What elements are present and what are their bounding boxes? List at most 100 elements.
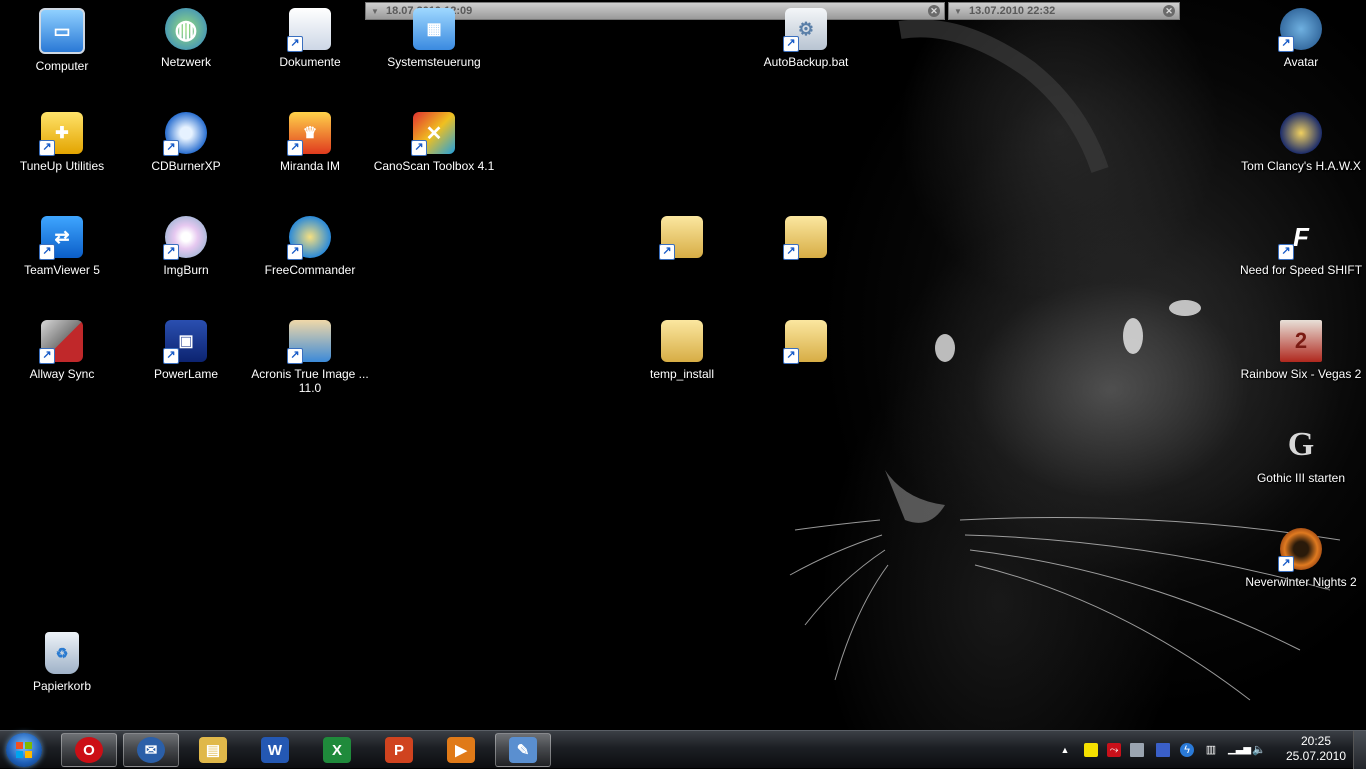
shortcut-arrow-icon: ↗ (659, 244, 675, 260)
canoscan-icon: ✕ ↗ (411, 112, 455, 156)
desktop-icon-papierkorb[interactable]: ♻ Papierkorb (0, 632, 124, 693)
gadget-close-icon[interactable]: ✕ (928, 5, 940, 17)
desktop-icon-imgburn[interactable]: ↗ ImgBurn (124, 216, 248, 277)
icon-label: temp_install (649, 367, 715, 381)
tuneup-icon: ✚ ↗ (39, 112, 83, 156)
shortcut-arrow-icon: ↗ (163, 140, 179, 156)
desktop-icon-avatar[interactable]: ↗ Avatar (1239, 8, 1363, 69)
desktop-icon-powerlame[interactable]: ▣ ↗ PowerLame (124, 320, 248, 381)
icon-label: Gothic III starten (1256, 471, 1346, 485)
shortcut-arrow-icon: ↗ (1278, 556, 1294, 572)
computer-icon: ▭ (39, 8, 85, 54)
desktop-icon-canoscan[interactable]: ✕ ↗ CanoScan Toolbox 4.1 (372, 112, 496, 173)
network-monitor-icon[interactable] (1130, 743, 1144, 757)
folder-icon: ▤ (199, 737, 227, 763)
taskbar-button-explorer[interactable]: ▤ (185, 733, 241, 767)
volume-icon[interactable]: 🔈 (1252, 743, 1266, 757)
cdburner-icon: ↗ (163, 112, 207, 156)
word-icon: W (261, 737, 289, 763)
icon-label: Computer (35, 59, 89, 73)
shortcut-arrow-icon: ↗ (39, 244, 55, 260)
icon-label: PowerLame (153, 367, 219, 381)
icon-label: Acronis True Image ... (251, 367, 369, 381)
desktop-icon-hawx[interactable]: Tom Clancy's H.A.W.X (1239, 112, 1363, 173)
shortcut-arrow-icon: ↗ (287, 244, 303, 260)
icon-label: CanoScan Toolbox 4.1 (373, 159, 495, 173)
desktop-icon-tuneup[interactable]: ✚ ↗ TuneUp Utilities (0, 112, 124, 173)
desktop-icon-allway-sync[interactable]: ↗ Allway Sync (0, 320, 124, 381)
batch-file-icon: ⚙ ↗ (783, 8, 827, 52)
desktop-icon-folder-shortcut[interactable]: ↗ (744, 216, 868, 263)
shortcut-arrow-icon: ↗ (39, 348, 55, 364)
icon-label: TeamViewer 5 (24, 263, 100, 277)
opera-icon: O (75, 737, 103, 763)
network-icon: ◍ (165, 8, 207, 50)
desktop-icon-computer[interactable]: ▭ Computer (0, 8, 124, 73)
notes-icon[interactable] (1084, 743, 1098, 757)
desktop-icon-acronis[interactable]: ↗ Acronis True Image ... 11.0 (248, 320, 372, 395)
desktop-icon-freecommander[interactable]: ↗ FreeCommander (248, 216, 372, 277)
power-icon[interactable]: ϟ (1180, 743, 1194, 757)
taskmanager-icon[interactable] (1156, 743, 1170, 757)
desktop-icon-autobackup[interactable]: ⚙ ↗ AutoBackup.bat (744, 8, 868, 69)
show-desktop-button[interactable] (1353, 731, 1366, 769)
taskbar-button-opera[interactable]: O (61, 733, 117, 767)
icon-label: Need for Speed SHIFT (1239, 263, 1363, 277)
taskbar-button-word[interactable]: W (247, 733, 303, 767)
gadget-bar-right[interactable]: ▼ 13.07.2010 22:32 ✕ (948, 2, 1180, 20)
desktop-icon-cdburnerxp[interactable]: ↗ CDBurnerXP (124, 112, 248, 173)
icon-label-line2: 11.0 (298, 381, 322, 395)
hawx-icon (1280, 112, 1322, 154)
show-hidden-icon[interactable]: ▲ (1058, 743, 1072, 757)
icon-label: Netzwerk (160, 55, 211, 69)
taskbar-button-paint[interactable]: ✎ (495, 733, 551, 767)
imgburn-icon: ↗ (163, 216, 207, 260)
desktop-icon-nwn2[interactable]: ↗ Neverwinter Nights 2 (1239, 528, 1363, 589)
antivirus-icon[interactable]: ⤳ (1107, 743, 1121, 757)
gothic3-icon: G (1287, 426, 1315, 463)
icon-label: CDBurnerXP (151, 159, 221, 173)
allway-sync-icon: ↗ (39, 320, 83, 364)
shortcut-arrow-icon: ↗ (287, 348, 303, 364)
shortcut-arrow-icon: ↗ (163, 348, 179, 364)
taskbar-button-media-player[interactable]: ▶ (433, 733, 489, 767)
desktop-icon-miranda[interactable]: ♛ ↗ Miranda IM (248, 112, 372, 173)
desktop-icon-folder-shortcut[interactable]: ↗ (744, 320, 868, 367)
desktop-icon-folder-shortcut[interactable]: ↗ (620, 216, 744, 263)
taskbar-button-thunderbird[interactable]: ✉ (123, 733, 179, 767)
windows-start-icon[interactable] (6, 733, 42, 767)
freecommander-icon: ↗ (287, 216, 331, 260)
desktop-icon-temp-install[interactable]: temp_install (620, 320, 744, 381)
icon-label: Systemsteuerung (387, 55, 481, 69)
excel-icon: X (323, 737, 351, 763)
signal-icon[interactable]: ▁▃▅ (1228, 743, 1251, 757)
clock-date: 25.07.2010 (1285, 749, 1347, 763)
shortcut-arrow-icon: ↗ (411, 140, 427, 156)
icon-label: TuneUp Utilities (19, 159, 105, 173)
taskbar-button-excel[interactable]: X (309, 733, 365, 767)
desktop-icon-teamviewer[interactable]: ⇄ ↗ TeamViewer 5 (0, 216, 124, 277)
icon-label: Rainbow Six - Vegas 2 (1240, 367, 1362, 381)
documents-icon: ↗ (287, 8, 331, 52)
shortcut-arrow-icon: ↗ (783, 244, 799, 260)
taskbar-clock[interactable]: 20:25 25.07.2010 (1284, 734, 1348, 764)
desktop-icon-gothic3[interactable]: G Gothic III starten (1239, 424, 1363, 485)
icon-label: Tom Clancy's H.A.W.X (1241, 159, 1361, 173)
gadget-expand-icon[interactable]: ▼ (954, 4, 962, 20)
shortcut-arrow-icon: ↗ (287, 140, 303, 156)
desktop-icon-dokumente[interactable]: ↗ Dokumente (248, 8, 372, 69)
shortcut-arrow-icon: ↗ (783, 36, 799, 52)
shortcut-arrow-icon: ↗ (163, 244, 179, 260)
clipboard-icon[interactable]: ▥ (1204, 743, 1218, 757)
icon-label: Allway Sync (29, 367, 95, 381)
taskbar-button-powerpoint[interactable]: P (371, 733, 427, 767)
desktop-icon-systemsteuerung[interactable]: ▦ Systemsteuerung (372, 8, 496, 69)
gadget-close-icon[interactable]: ✕ (1163, 5, 1175, 17)
desktop-icon-vegas2[interactable]: 2 Rainbow Six - Vegas 2 (1239, 320, 1363, 381)
avatar-game-icon: ↗ (1278, 8, 1322, 52)
desktop-icon-netzwerk[interactable]: ◍ Netzwerk (124, 8, 248, 69)
desktop-icon-nfs-shift[interactable]: F ↗ Need for Speed SHIFT (1239, 216, 1363, 278)
shortcut-arrow-icon: ↗ (287, 36, 303, 52)
icon-label: FreeCommander (264, 263, 356, 277)
media-player-icon: ▶ (447, 737, 475, 763)
